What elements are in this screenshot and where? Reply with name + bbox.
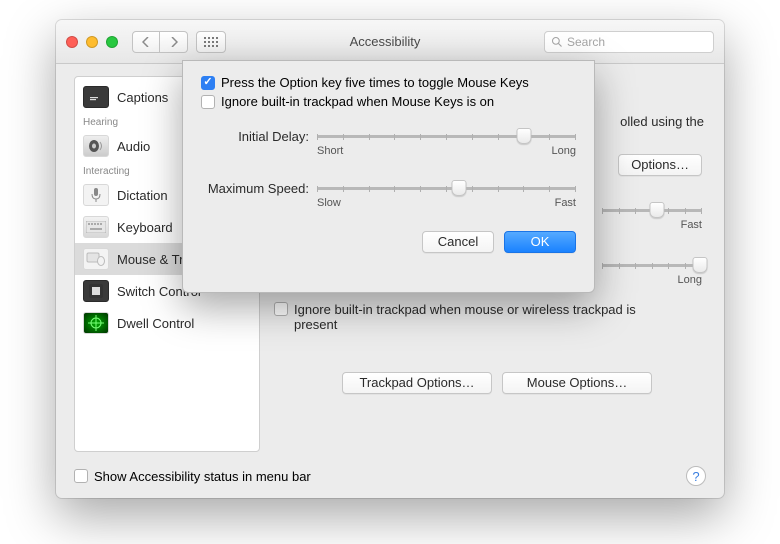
show-all-button[interactable] [196, 31, 226, 53]
footer: Show Accessibility status in menu bar ? [74, 466, 706, 486]
cancel-button[interactable]: Cancel [422, 231, 494, 253]
forward-button[interactable] [160, 31, 188, 53]
help-button[interactable]: ? [686, 466, 706, 486]
slider-label-short: Short [317, 145, 343, 157]
initial-delay-label: Initial Delay: [201, 127, 317, 144]
max-speed-slider[interactable]: Slow Fast [317, 179, 576, 213]
sidebar-item-label: Dictation [117, 188, 168, 203]
nav-buttons [132, 31, 188, 53]
slider-label-slow: Slow [317, 197, 341, 209]
ignore-trackpad-checkbox[interactable]: Ignore built-in trackpad when mouse or w… [274, 302, 674, 332]
keyboard-icon [83, 216, 109, 238]
sidebar-item-label: Captions [117, 90, 168, 105]
bg-slider-speed[interactable]: Fast [602, 201, 702, 235]
search-placeholder: Search [567, 35, 605, 49]
max-speed-label: Maximum Speed: [201, 179, 317, 196]
speaker-icon [83, 135, 109, 157]
mouse-options-button[interactable]: Mouse Options… [502, 372, 652, 394]
checkbox-box [274, 302, 288, 316]
bg-text-fragment: olled using the [620, 114, 704, 129]
checkbox-box [74, 469, 88, 483]
close-icon[interactable] [66, 36, 78, 48]
slider-label-fast: Fast [681, 219, 702, 231]
slider-label-fast: Fast [555, 197, 576, 209]
window-controls [66, 36, 118, 48]
switch-control-icon [83, 280, 109, 302]
search-input[interactable]: Search [544, 31, 714, 53]
sidebar-item-label: Keyboard [117, 220, 173, 235]
mouse-keys-options-button[interactable]: Options… [618, 154, 702, 176]
bg-slider-delay[interactable]: Long [602, 256, 702, 290]
sidebar-item-label: Dwell Control [117, 316, 194, 331]
window-title: Accessibility [234, 34, 536, 49]
slider-label-long: Long [552, 145, 576, 157]
checkbox-label: Ignore built-in trackpad when mouse or w… [294, 302, 674, 332]
microphone-icon [83, 184, 109, 206]
dwell-control-icon [83, 312, 109, 334]
titlebar: Accessibility Search [56, 20, 724, 64]
back-button[interactable] [132, 31, 160, 53]
checkbox-label: Ignore built-in trackpad when Mouse Keys… [221, 94, 494, 109]
checkbox-box [201, 95, 215, 109]
minimize-icon[interactable] [86, 36, 98, 48]
slider-label-long: Long [678, 274, 702, 286]
initial-delay-slider[interactable]: Short Long [317, 127, 576, 161]
checkbox-label: Show Accessibility status in menu bar [94, 469, 311, 484]
sidebar-item-dwell-control[interactable]: Dwell Control [75, 307, 259, 339]
captions-icon [83, 86, 109, 108]
ok-button[interactable]: OK [504, 231, 576, 253]
checkbox-box [201, 76, 215, 90]
option-key-toggle-checkbox[interactable]: Press the Option key five times to toggl… [201, 75, 576, 90]
checkbox-label: Press the Option key five times to toggl… [221, 75, 529, 90]
trackpad-options-button[interactable]: Trackpad Options… [342, 372, 492, 394]
ignore-trackpad-mousekeys-checkbox[interactable]: Ignore built-in trackpad when Mouse Keys… [201, 94, 576, 109]
mouse-keys-options-sheet: Press the Option key five times to toggl… [182, 60, 595, 293]
zoom-icon[interactable] [106, 36, 118, 48]
search-icon [551, 36, 563, 48]
sidebar-item-label: Audio [117, 139, 150, 154]
mouse-icon [83, 248, 109, 270]
show-status-checkbox[interactable]: Show Accessibility status in menu bar [74, 469, 311, 484]
